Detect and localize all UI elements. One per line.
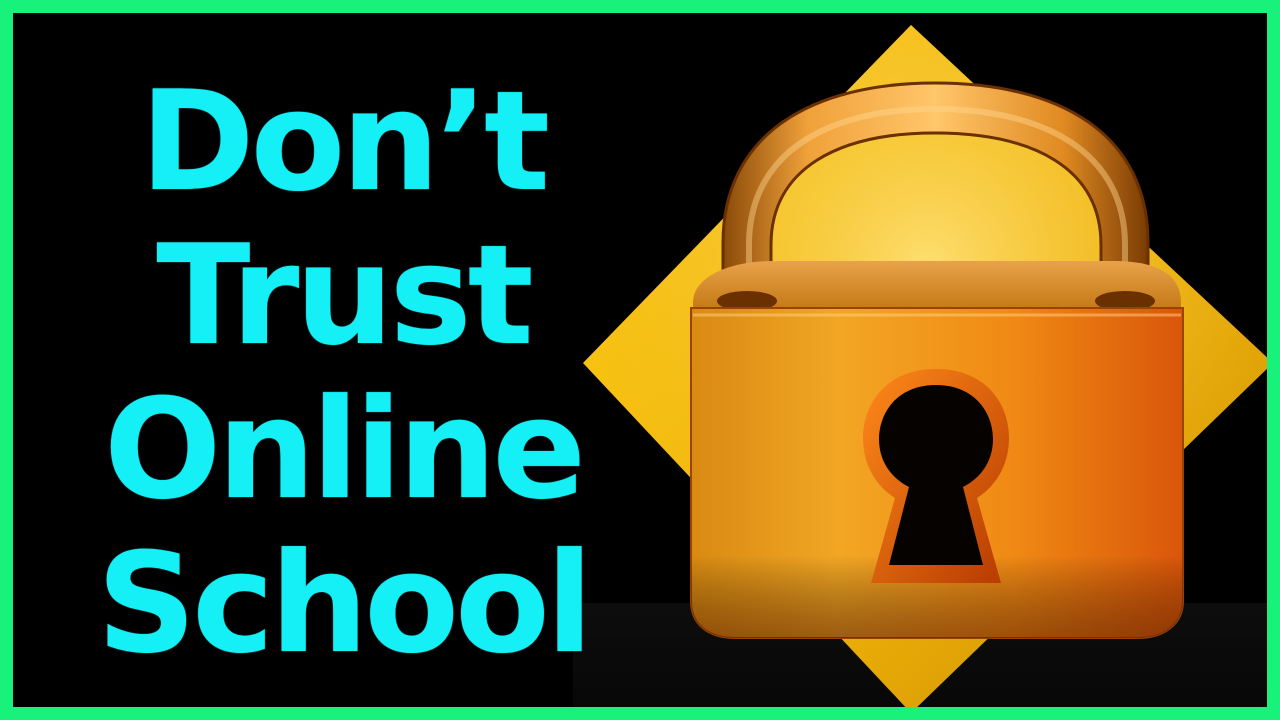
headline: Don’t Trust Online School — [53, 53, 633, 693]
padlock-icon — [583, 25, 1267, 707]
thumbnail-frame: Don’t Trust Online School — [0, 0, 1280, 720]
headline-line-4: School — [96, 523, 593, 684]
headline-line-3: Online — [103, 369, 586, 530]
headline-line-1: Don’t — [140, 61, 550, 222]
headline-line-2: Trust — [156, 215, 533, 376]
keyhole-icon — [863, 369, 1009, 583]
